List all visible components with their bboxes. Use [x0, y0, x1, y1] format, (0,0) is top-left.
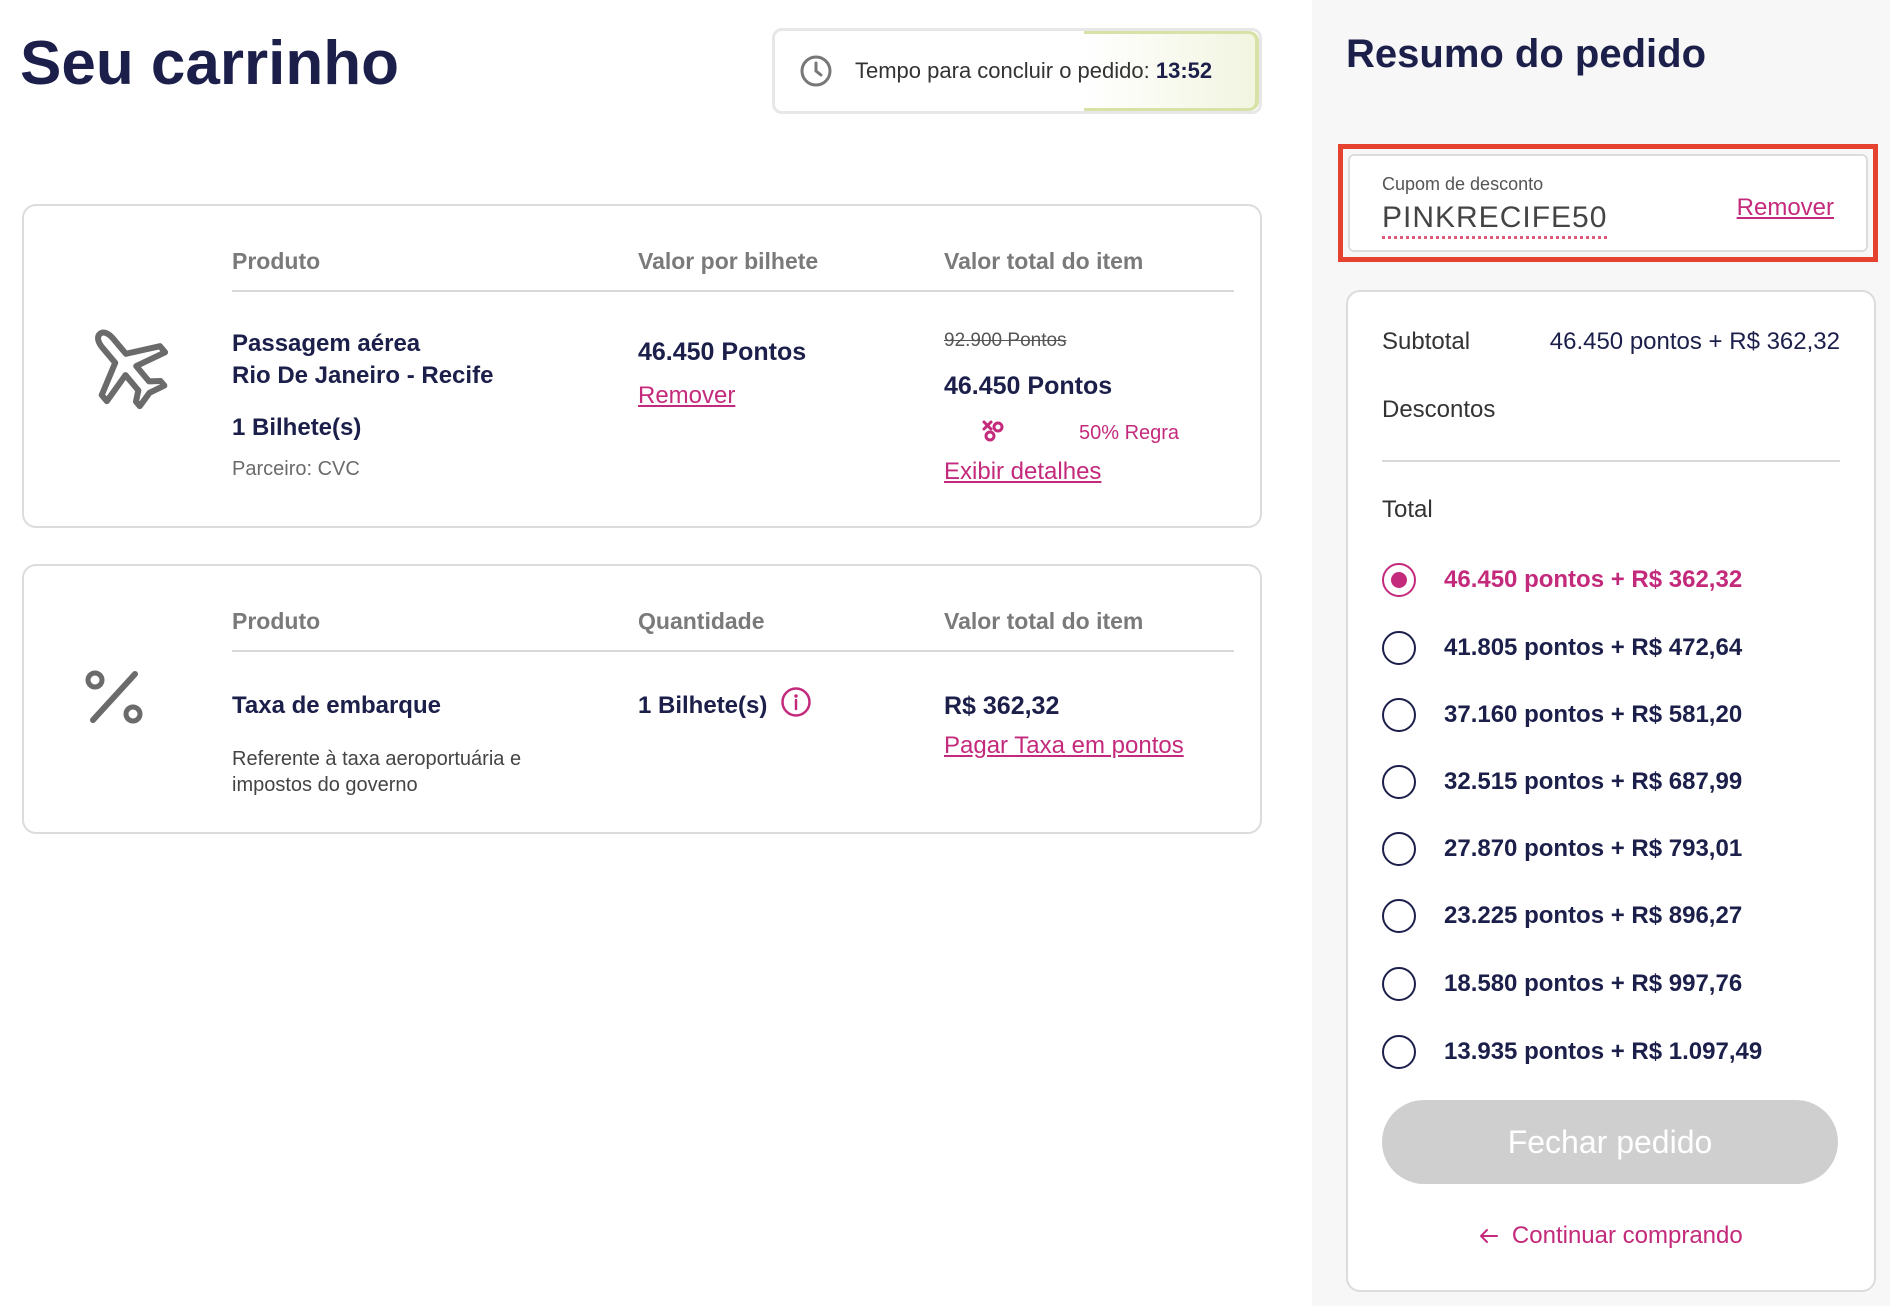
flight-total: 46.450 Pontos	[944, 372, 1113, 400]
continue-shopping-link[interactable]: Continuar comprando	[1348, 1222, 1874, 1250]
summary-title: Resumo do pedido	[1346, 32, 1706, 76]
payment-option[interactable]: 41.805 pontos + R$ 472,64	[1382, 628, 1742, 668]
summary-card: Subtotal 46.450 pontos + R$ 362,32 Desco…	[1346, 290, 1876, 1292]
flight-name: Passagem aérea	[232, 330, 421, 357]
summary-divider	[1382, 460, 1840, 462]
percent-icon	[79, 662, 149, 737]
radio[interactable]	[1382, 1035, 1416, 1069]
flight-original-total: 92.900 Pontos	[944, 330, 1067, 351]
coupon-code: PINKRECIFE50	[1382, 200, 1608, 239]
order-summary-sidebar: Resumo do pedido Cupom de desconto PINKR…	[1312, 0, 1890, 1306]
payment-option-label: 23.225 pontos + R$ 896,27	[1444, 902, 1743, 929]
header-divider	[232, 290, 1234, 292]
remove-coupon-link[interactable]: Remover	[1737, 194, 1834, 222]
fee-quantity: 1 Bilhete(s)	[638, 692, 768, 719]
radio[interactable]	[1382, 899, 1416, 933]
fee-name: Taxa de embarque	[232, 692, 441, 719]
col-header-total: Valor total do item	[944, 248, 1144, 274]
subtotal-label: Subtotal	[1382, 328, 1471, 355]
promo-rule-icon	[980, 418, 1006, 447]
col-header-total: Valor total do item	[944, 608, 1144, 634]
col-header-unit-value: Valor por bilhete	[638, 248, 819, 274]
cart-item-flight: Produto Valor por bilhete Valor total do…	[22, 204, 1262, 528]
flight-route: Rio De Janeiro - Recife	[232, 362, 494, 389]
discounts-label: Descontos	[1382, 396, 1496, 423]
payment-option[interactable]: 18.580 pontos + R$ 997,76	[1382, 964, 1742, 1004]
col-header-product: Produto	[232, 248, 321, 274]
checkout-button[interactable]: Fechar pedido	[1382, 1100, 1838, 1184]
payment-option[interactable]: 32.515 pontos + R$ 687,99	[1382, 762, 1742, 802]
payment-option-label: 46.450 pontos + R$ 362,32	[1444, 566, 1743, 593]
radio[interactable]	[1382, 698, 1416, 732]
coupon-field[interactable]: Cupom de desconto PINKRECIFE50 Remover	[1348, 154, 1868, 252]
flight-unit-price: 46.450 Pontos	[638, 338, 807, 366]
cart-main: Seu carrinho Tempo para concluir o pedid…	[0, 0, 1312, 1306]
coupon-label: Cupom de desconto	[1382, 174, 1544, 194]
remove-flight-link[interactable]: Remover	[638, 382, 735, 410]
flight-tickets: 1 Bilhete(s)	[232, 414, 362, 441]
radio[interactable]	[1382, 832, 1416, 866]
cart-item-fee: Produto Quantidade Valor total do item T…	[22, 564, 1262, 834]
timer-countdown: 13:52	[1155, 58, 1213, 83]
pay-fee-points-link[interactable]: Pagar Taxa em pontos	[944, 732, 1184, 760]
fee-total: R$ 362,32	[944, 692, 1060, 720]
payment-option[interactable]: 23.225 pontos + R$ 896,27	[1382, 896, 1742, 936]
payment-option[interactable]: 27.870 pontos + R$ 793,01	[1382, 829, 1742, 869]
fee-description-line1: Referente à taxa aeroportuária e	[232, 748, 522, 770]
flight-partner: Parceiro: CVC	[232, 458, 360, 480]
radio[interactable]	[1382, 967, 1416, 1001]
clock-icon	[799, 54, 833, 88]
payment-option-label: 27.870 pontos + R$ 793,01	[1444, 835, 1743, 862]
airplane-icon	[79, 318, 175, 419]
radio[interactable]	[1382, 765, 1416, 799]
payment-option-label: 37.160 pontos + R$ 581,20	[1444, 701, 1743, 728]
header-divider	[232, 650, 1234, 652]
subtotal-value: 46.450 pontos + R$ 362,32	[1549, 328, 1840, 355]
col-header-product: Produto	[232, 608, 321, 634]
payment-option[interactable]: 37.160 pontos + R$ 581,20	[1382, 695, 1742, 735]
arrow-left-icon	[1479, 1222, 1512, 1249]
info-icon[interactable]	[780, 686, 812, 723]
payment-option[interactable]: 46.450 pontos + R$ 362,32	[1382, 560, 1742, 600]
total-label: Total	[1382, 496, 1433, 523]
timer-label: Tempo para concluir o pedido:	[855, 58, 1150, 83]
continue-shopping-label: Continuar comprando	[1511, 1222, 1743, 1249]
payment-option[interactable]: 13.935 pontos + R$ 1.097,49	[1382, 1032, 1762, 1072]
col-header-quantity: Quantidade	[638, 608, 765, 634]
radio[interactable]	[1382, 631, 1416, 665]
page-title: Seu carrinho	[20, 29, 399, 98]
show-details-link[interactable]: Exibir detalhes	[944, 458, 1101, 486]
fee-description-line2: impostos do governo	[232, 774, 418, 796]
radio-selected[interactable]	[1382, 563, 1416, 597]
payment-option-label: 32.515 pontos + R$ 687,99	[1444, 768, 1743, 795]
payment-option-label: 18.580 pontos + R$ 997,76	[1444, 970, 1743, 997]
promo-rule-label: 50% Regra	[1079, 422, 1180, 444]
timer-text: Tempo para concluir o pedido: 13:52	[855, 58, 1212, 84]
payment-option-label: 13.935 pontos + R$ 1.097,49	[1444, 1038, 1763, 1065]
order-timer: Tempo para concluir o pedido: 13:52	[772, 28, 1262, 114]
payment-option-label: 41.805 pontos + R$ 472,64	[1444, 634, 1743, 661]
